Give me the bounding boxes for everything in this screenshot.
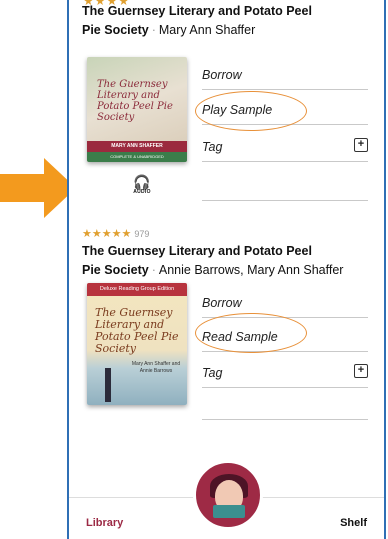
cover-title-1: The Guernsey Literary and Potato Peel Pi…	[97, 79, 173, 123]
book-title-1[interactable]: The Guernsey Literary and Potato Peel Pi…	[82, 2, 382, 40]
cover-note-1: COMPLETE & UNABRIDGED	[87, 152, 187, 162]
cover-banner-2: Deluxe Reading Group Edition	[87, 283, 187, 296]
cover-figure	[105, 368, 111, 402]
divider	[202, 200, 368, 201]
tag-button-2[interactable]: Tag +	[202, 358, 368, 388]
book-author-1: Mary Ann Shaffer	[158, 23, 256, 37]
cover-author-1: MARY ANN SHAFFER	[87, 141, 187, 152]
borrow-button-1[interactable]: Borrow	[202, 60, 368, 90]
app-screen: ★★★★ The Guernsey Literary and Potato Pe…	[67, 0, 386, 539]
book-icon	[213, 505, 245, 518]
nav-library-tab[interactable]: Library	[86, 517, 123, 529]
rating-2: ★★★★★ 979	[82, 227, 149, 240]
book-title-2[interactable]: The Guernsey Literary and Potato Peel Pi…	[82, 242, 382, 280]
app-logo-button[interactable]	[193, 460, 263, 530]
rating-count: 979	[134, 229, 150, 239]
cover-title-2: The Guernsey Literary and Potato Peel Pi…	[95, 306, 179, 355]
headphones-icon: 🎧	[133, 174, 151, 190]
rating-stars: ★★★★★	[82, 228, 132, 240]
cover-author-2: Mary Ann Shaffer and Annie Barrows	[131, 361, 181, 374]
borrow-button-2[interactable]: Borrow	[202, 288, 368, 318]
nav-shelf-tab[interactable]: Shelf	[340, 517, 367, 529]
play-sample-button[interactable]: Play Sample	[202, 95, 368, 125]
add-tag-icon[interactable]: +	[354, 364, 368, 378]
audio-format-badge: 🎧 AUDIO	[127, 175, 157, 195]
book-author-2: Annie Barrows, Mary Ann Shaffer	[158, 263, 344, 277]
divider	[202, 419, 368, 420]
tag-button-1[interactable]: Tag +	[202, 132, 368, 162]
book-cover-1[interactable]: The Guernsey Literary and Potato Peel Pi…	[87, 57, 187, 162]
add-tag-icon[interactable]: +	[354, 138, 368, 152]
read-sample-button[interactable]: Read Sample	[202, 322, 368, 352]
book-cover-2[interactable]: Deluxe Reading Group Edition The Guernse…	[87, 283, 187, 405]
